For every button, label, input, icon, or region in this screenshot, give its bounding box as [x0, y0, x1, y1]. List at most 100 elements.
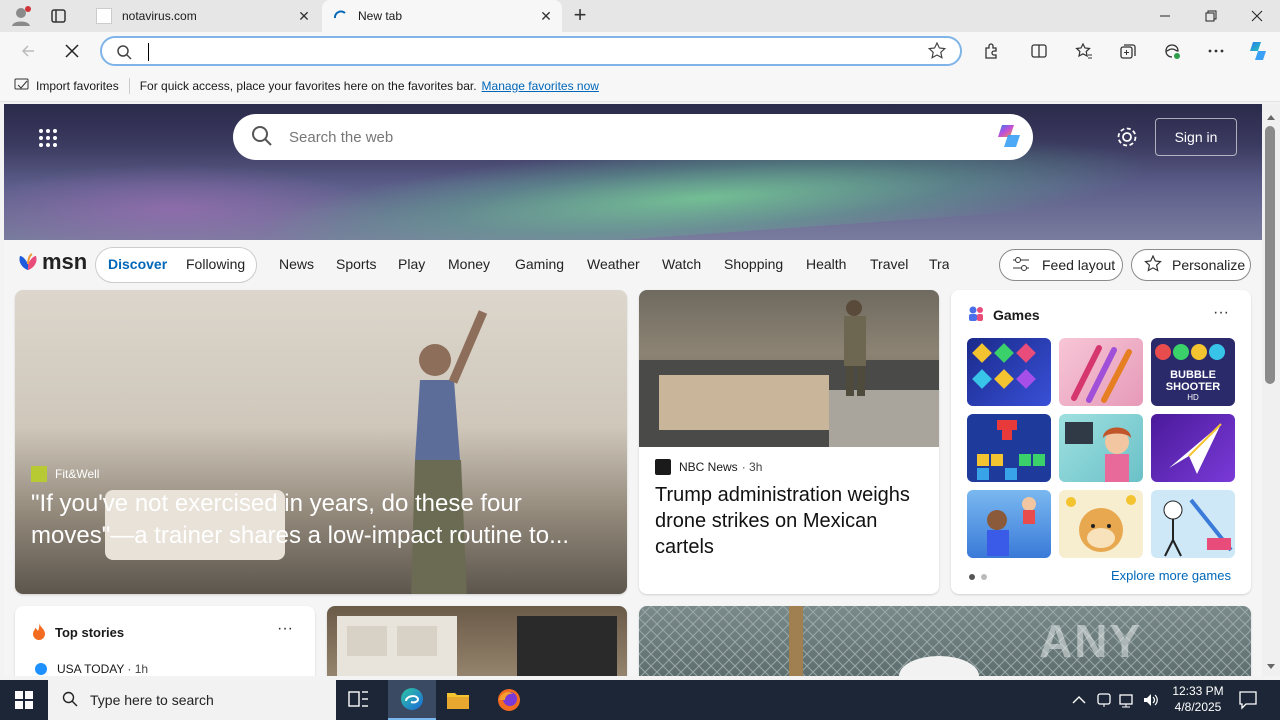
game-tile-thief[interactable] [1151, 490, 1235, 558]
profile-icon[interactable] [10, 5, 32, 27]
usa-today-logo-icon [35, 663, 47, 675]
show-hidden-icons-icon[interactable] [1072, 694, 1086, 708]
publisher-row: USA TODAY · 1h [35, 662, 148, 676]
address-input[interactable] [148, 43, 908, 61]
nav-gaming[interactable]: Gaming [515, 256, 564, 272]
kitchen-story-card[interactable] [327, 606, 627, 676]
toolbar [0, 32, 1280, 70]
top-stories-card: Top stories ··· USA TODAY · 1h [15, 606, 315, 676]
stop-loading-button[interactable] [58, 37, 86, 65]
tab-following[interactable]: Following [186, 256, 245, 272]
import-favorites-button[interactable]: Import favorites [36, 79, 119, 93]
clock-date: 4/8/2025 [1174, 700, 1222, 714]
dog-story-card[interactable]: ANY RUN [639, 606, 1251, 676]
favorites-icon[interactable] [1070, 37, 1098, 65]
nav-weather[interactable]: Weather [587, 256, 640, 272]
story-headline[interactable]: Trump administration weighs drone strike… [655, 482, 927, 560]
hero-story-card[interactable]: Fit&Well "If you've not exercised in yea… [15, 290, 627, 594]
nav-health[interactable]: Health [806, 256, 846, 272]
clock-time: 12:33 PM [1172, 684, 1224, 698]
address-bar[interactable] [100, 36, 962, 66]
feed-layout-button[interactable]: Feed layout [999, 249, 1123, 281]
game-tile-bubble-shooter[interactable]: BUBBLE SHOOTER HD [1151, 338, 1235, 406]
minimize-button[interactable] [1142, 0, 1188, 32]
personalize-button[interactable]: Personalize [1131, 249, 1251, 281]
tab-actions-icon[interactable] [50, 7, 68, 25]
app-launcher-icon[interactable] [38, 128, 58, 151]
nav-travel[interactable]: Travel [870, 256, 908, 272]
nav-watch[interactable]: Watch [662, 256, 701, 272]
bubble-shooter-sub: HD [1187, 393, 1199, 402]
msn-logo[interactable]: msn [16, 249, 87, 275]
news-card[interactable]: NBC News · 3h Trump administration weigh… [639, 290, 939, 594]
nav-sports[interactable]: Sports [336, 256, 376, 272]
start-button[interactable] [0, 680, 48, 720]
collections-icon[interactable] [1114, 37, 1142, 65]
scroll-thumb[interactable] [1265, 126, 1275, 384]
scroll-up-arrow-icon[interactable] [1266, 110, 1276, 124]
game-tile-blocks[interactable] [967, 414, 1051, 482]
close-window-button[interactable] [1234, 0, 1280, 32]
game-tile-cafe[interactable] [967, 490, 1051, 558]
game-tile-jewel[interactable] [967, 338, 1051, 406]
network-icon[interactable] [1118, 692, 1136, 711]
game-tile-hospital[interactable] [1059, 414, 1143, 482]
more-options-icon[interactable] [1202, 37, 1230, 65]
tab-title: notavirus.com [122, 9, 197, 23]
volume-icon[interactable] [1142, 692, 1160, 711]
file-explorer-icon[interactable] [446, 689, 470, 714]
sign-in-button[interactable]: Sign in [1155, 118, 1237, 156]
feed-layout-label: Feed layout [1042, 257, 1116, 273]
browser-essentials-icon[interactable] [1158, 37, 1186, 65]
nav-shopping[interactable]: Shopping [724, 256, 783, 272]
game-tile-makeup[interactable] [1059, 338, 1143, 406]
search-icon [116, 44, 132, 63]
game-tile-paper-plane[interactable] [1151, 414, 1235, 482]
msn-wordmark: msn [42, 249, 88, 274]
nav-play[interactable]: Play [398, 256, 425, 272]
notifications-icon[interactable] [1238, 690, 1258, 713]
taskbar-search-box[interactable]: Type here to search [48, 680, 336, 720]
games-more-icon[interactable]: ··· [1213, 304, 1229, 322]
task-view-icon[interactable] [348, 690, 370, 713]
close-tab-icon[interactable]: ✕ [296, 8, 312, 24]
edge-taskbar-icon[interactable] [388, 680, 436, 720]
favorites-bar: Import favorites For quick access, place… [0, 70, 1280, 102]
close-tab-icon[interactable]: ✕ [538, 8, 554, 24]
nav-traffic[interactable]: Tra [929, 256, 949, 272]
background-image: Search the web Sign in [4, 104, 1262, 240]
copilot-icon[interactable] [1244, 37, 1272, 65]
restore-button[interactable] [1188, 0, 1234, 32]
hero-headline[interactable]: "If you've not exercised in years, do th… [31, 488, 611, 552]
top-stories-more-icon[interactable]: ··· [277, 620, 293, 638]
import-favorites-icon[interactable] [14, 76, 30, 95]
manage-favorites-link[interactable]: Manage favorites now [482, 79, 599, 93]
page-scrollbar[interactable] [1262, 104, 1280, 676]
clock[interactable]: 12:33 PM 4/8/2025 [1168, 683, 1228, 715]
favorite-star-icon[interactable] [927, 41, 947, 63]
copilot-search-icon[interactable] [993, 120, 1025, 155]
back-button[interactable] [14, 37, 42, 65]
firefox-icon[interactable] [497, 688, 521, 715]
bubble-shooter-text: BUBBLE SHOOTER [1165, 369, 1221, 393]
carousel-dots[interactable] [969, 574, 987, 580]
split-screen-icon[interactable] [1025, 37, 1053, 65]
tab-notavirus[interactable]: notavirus.com ✕ [86, 0, 320, 32]
explore-more-games-link[interactable]: Explore more games [1111, 568, 1231, 583]
tab-new-tab[interactable]: New tab ✕ [322, 0, 562, 32]
taskbar-search-input[interactable]: Type here to search [90, 692, 214, 708]
settings-gear-icon[interactable] [1116, 126, 1138, 151]
web-search-box[interactable]: Search the web [233, 114, 1033, 160]
extensions-icon[interactable] [977, 37, 1005, 65]
tab-discover[interactable]: Discover [108, 256, 167, 272]
scroll-down-arrow-icon[interactable] [1266, 660, 1276, 674]
nav-money[interactable]: Money [448, 256, 490, 272]
tab-strip: notavirus.com ✕ New tab ✕ + [0, 0, 1280, 32]
game-tile-doge[interactable] [1059, 490, 1143, 558]
web-search-input[interactable]: Search the web [289, 129, 993, 146]
nav-news[interactable]: News [279, 256, 314, 272]
new-tab-button[interactable]: + [568, 4, 592, 28]
publisher-name: NBC News [679, 460, 738, 474]
nbc-logo-icon [655, 459, 671, 475]
meet-now-icon[interactable] [1096, 692, 1112, 711]
